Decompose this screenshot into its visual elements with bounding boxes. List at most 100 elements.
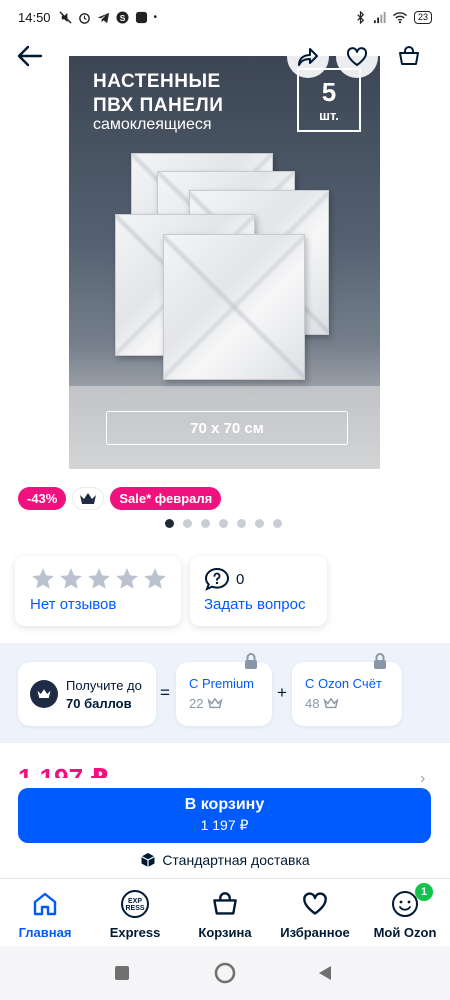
ozon-bonus-title: С Ozon Счёт [305, 676, 382, 691]
back-system-button[interactable] [318, 965, 332, 981]
bonus-section: Получите до 70 баллов = С Premium 22 + С… [0, 643, 450, 743]
tab-express[interactable]: EXP RESS Express [90, 889, 180, 940]
ozon-bonus-value-row: 48 [305, 696, 339, 711]
tab-home-label: Главная [18, 925, 72, 940]
pack-count-number: 5 [321, 77, 337, 107]
gallery-dot[interactable] [201, 519, 210, 528]
express-logo-bottom: RESS [125, 905, 144, 912]
gallery-dot[interactable] [273, 519, 282, 528]
bluetooth-icon [357, 10, 365, 24]
tab-favorites[interactable]: Избранное [270, 889, 360, 940]
delivery-info[interactable]: Стандартная доставка [0, 852, 450, 868]
premium-bonus-title: С Premium [189, 676, 255, 691]
svg-text:S: S [119, 12, 125, 22]
image-size-label: 70 x 70 см [106, 411, 348, 445]
lock-icon [245, 653, 257, 669]
gallery-dot[interactable] [165, 519, 174, 528]
questions-card[interactable]: 0 Задать вопрос [190, 556, 327, 626]
crown-outline-icon [323, 698, 339, 709]
add-to-cart-price: 1 197 ₽ [200, 817, 249, 833]
premium-badge[interactable] [72, 487, 105, 510]
mute-icon [58, 10, 72, 24]
tab-cart[interactable]: Корзина [180, 889, 270, 940]
wifi-icon [392, 11, 407, 23]
premium-bonus-card[interactable]: С Premium 22 [176, 653, 272, 726]
gallery-dot[interactable] [255, 519, 264, 528]
gallery-dot[interactable] [219, 519, 228, 528]
battery-indicator: 23 [413, 10, 432, 24]
image-subtitle: самоклеящиеся [93, 116, 212, 133]
home-button[interactable] [214, 962, 236, 984]
box-icon [141, 853, 156, 867]
s-app-icon: S [116, 10, 129, 24]
status-time: 14:50 [18, 9, 51, 25]
equals-sign: = [160, 683, 170, 702]
app-square-icon [135, 11, 147, 23]
plus-sign: + [277, 683, 287, 702]
question-bubble-icon [204, 567, 230, 591]
ozon-account-bonus-card[interactable]: С Ozon Счёт 48 [292, 653, 402, 726]
recents-button[interactable] [114, 965, 130, 981]
star-icon [88, 568, 110, 589]
gallery-dot[interactable] [183, 519, 192, 528]
basket-icon [213, 892, 237, 915]
heart-icon [303, 892, 327, 915]
system-navigation-bar [0, 946, 450, 1000]
product-image[interactable]: НАСТЕННЫЕ ПВХ ПАНЕЛИ самоклеящиеся 5 шт.… [69, 56, 380, 469]
sale-badge[interactable]: Sale* февраля [110, 487, 222, 510]
profile-notification-badge: 1 [415, 883, 433, 901]
tab-favorites-label: Избранное [280, 925, 350, 940]
discount-badge: -43% [18, 487, 67, 510]
alarm-icon [78, 12, 90, 24]
tab-my-ozon-label: Мой Ozon [373, 925, 437, 940]
image-title-line2: ПВХ ПАНЕЛИ [93, 95, 224, 116]
star-icon [32, 568, 54, 589]
status-bar: 14:50 S • 23 [0, 0, 450, 34]
bonus-crown-badge [30, 680, 58, 708]
delivery-label: Стандартная доставка [162, 852, 310, 868]
questions-count: 0 [236, 570, 245, 588]
add-to-cart-button[interactable]: В корзину 1 197 ₽ [18, 788, 431, 843]
star-icon [144, 568, 166, 589]
ozon-bonus-value: 48 [305, 696, 320, 711]
crown-icon [80, 492, 97, 504]
tab-cart-label: Корзина [198, 925, 252, 940]
tab-home[interactable]: Главная [0, 889, 90, 940]
tab-my-ozon[interactable]: 1 Мой Ozon [360, 883, 450, 940]
chevron-right-icon: › [420, 770, 426, 782]
add-to-cart-label: В корзину [184, 796, 265, 813]
wall-panel [163, 234, 305, 380]
home-icon [33, 892, 57, 916]
heart-icon [346, 47, 368, 66]
star-icon [116, 568, 138, 589]
more-notifications-dot: • [153, 11, 158, 23]
crown-outline-icon [207, 698, 223, 709]
no-reviews-link[interactable]: Нет отзывов [30, 596, 116, 613]
badges-row: -43% Sale* февраля [18, 487, 222, 510]
crown-icon [37, 689, 51, 698]
bottom-tab-bar: Главная EXP RESS Express Корзина Избранно… [0, 878, 450, 946]
image-title: НАСТЕННЫЕ ПВХ ПАНЕЛИ [93, 70, 223, 118]
share-button[interactable] [287, 36, 329, 78]
gallery-dot[interactable] [237, 519, 246, 528]
share-icon [298, 48, 318, 66]
header-cart-button[interactable] [394, 40, 424, 72]
basket-icon [399, 46, 419, 65]
rating-stars [30, 566, 168, 592]
reviews-card[interactable]: Нет отзывов [15, 556, 181, 626]
status-notification-icons: S • [58, 10, 158, 24]
gallery-dots [165, 519, 282, 528]
back-button[interactable] [14, 40, 46, 72]
bonus-total-card[interactable]: Получите до 70 баллов [18, 662, 156, 726]
ask-question-link[interactable]: Задать вопрос [204, 596, 305, 613]
express-logo-top: EXP [128, 898, 142, 905]
arrow-left-icon [17, 45, 43, 67]
premium-bonus-value: 22 [189, 696, 204, 711]
lock-icon [374, 653, 386, 669]
premium-bonus-value-row: 22 [189, 696, 223, 711]
star-icon [60, 568, 82, 589]
price-peek: 1 197 ₽ [18, 764, 108, 778]
favorite-button[interactable] [336, 36, 378, 78]
questions-count-row: 0 [204, 567, 244, 591]
bonus-line2: 70 баллов [66, 696, 132, 711]
